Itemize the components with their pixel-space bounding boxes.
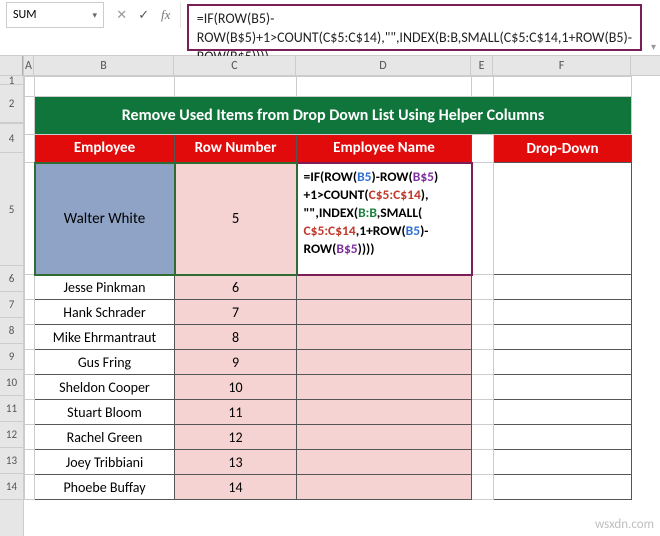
cell[interactable] bbox=[494, 400, 632, 425]
cell-b5-selected[interactable]: Walter White bbox=[35, 163, 175, 275]
cell[interactable]: Hank Schrader bbox=[35, 300, 175, 325]
name-box[interactable]: SUM ▾ bbox=[6, 2, 104, 28]
fx-icon[interactable]: fx bbox=[158, 7, 174, 23]
column-header[interactable]: B bbox=[34, 56, 174, 75]
row-header[interactable]: 8 bbox=[0, 318, 23, 344]
cell[interactable] bbox=[297, 425, 472, 450]
formula-bar[interactable]: =IF(ROW(B5)-ROW(B$5)+1>COUNT(C$5:C$14),"… bbox=[187, 4, 642, 51]
column-header[interactable]: F bbox=[493, 56, 631, 75]
column-headers: A B C D E F bbox=[24, 56, 660, 76]
row-header[interactable]: 12 bbox=[0, 422, 23, 448]
cell[interactable]: 8 bbox=[175, 325, 297, 350]
cell[interactable]: Sheldon Cooper bbox=[35, 375, 175, 400]
cell[interactable]: 13 bbox=[175, 450, 297, 475]
cell[interactable] bbox=[297, 275, 472, 300]
cell-c5[interactable]: 5 bbox=[175, 163, 297, 275]
cell[interactable]: 9 bbox=[175, 350, 297, 375]
column-header[interactable]: D bbox=[296, 56, 471, 75]
header-employee[interactable]: Employee bbox=[35, 135, 175, 163]
row-header[interactable]: 5 bbox=[0, 153, 23, 266]
cell[interactable] bbox=[494, 300, 632, 325]
cell[interactable] bbox=[494, 475, 632, 500]
cell[interactable]: Rachel Green bbox=[35, 425, 175, 450]
cell[interactable]: Jesse Pinkman bbox=[35, 275, 175, 300]
cell[interactable]: 11 bbox=[175, 400, 297, 425]
column-header[interactable]: E bbox=[471, 56, 493, 75]
cell[interactable]: Joey Tribbiani bbox=[35, 450, 175, 475]
cell[interactable] bbox=[297, 450, 472, 475]
sheet: 1 2 3 4 5 6 7 8 9 10 11 12 13 14 A B C D… bbox=[0, 56, 660, 536]
cell[interactable]: Stuart Bloom bbox=[35, 400, 175, 425]
grid: A B C D E F Remove Used Items from Drop … bbox=[24, 56, 660, 536]
cell-d5-editing[interactable]: =IF(ROW(B5)-ROW(B$5) +1>COUNT(C$5:C$14),… bbox=[297, 163, 472, 275]
cell-f5[interactable] bbox=[494, 163, 632, 275]
cell[interactable]: 6 bbox=[175, 275, 297, 300]
enter-icon[interactable]: ✓ bbox=[136, 8, 152, 23]
cell[interactable] bbox=[494, 375, 632, 400]
cell[interactable]: 14 bbox=[175, 475, 297, 500]
cell[interactable] bbox=[297, 350, 472, 375]
row-header[interactable]: 10 bbox=[0, 370, 23, 396]
header-employee-name[interactable]: Employee Name bbox=[297, 135, 472, 163]
row-header[interactable]: 2 bbox=[0, 85, 23, 123]
cell[interactable]: 7 bbox=[175, 300, 297, 325]
header-row-number[interactable]: Row Number bbox=[175, 135, 297, 163]
watermark: wsxdn.com bbox=[595, 517, 654, 532]
cell[interactable]: 12 bbox=[175, 425, 297, 450]
cell[interactable]: Mike Ehrmantraut bbox=[35, 325, 175, 350]
title-cell[interactable]: Remove Used Items from Drop Down List Us… bbox=[35, 97, 632, 135]
cell[interactable] bbox=[494, 275, 632, 300]
column-header[interactable]: A bbox=[24, 56, 34, 75]
cell[interactable] bbox=[297, 475, 472, 500]
cell[interactable] bbox=[494, 450, 632, 475]
cells: Remove Used Items from Drop Down List Us… bbox=[24, 76, 632, 500]
cell[interactable] bbox=[297, 325, 472, 350]
formula-bar-expand-icon[interactable]: ▾ bbox=[651, 40, 656, 53]
row-header[interactable]: 4 bbox=[0, 124, 23, 153]
row-header[interactable]: 9 bbox=[0, 344, 23, 370]
name-box-value: SUM bbox=[7, 8, 87, 22]
row-header-gutter: 1 2 3 4 5 6 7 8 9 10 11 12 13 14 bbox=[0, 56, 24, 536]
cell[interactable] bbox=[297, 400, 472, 425]
row-header[interactable]: 1 bbox=[0, 76, 23, 85]
cell[interactable] bbox=[297, 300, 472, 325]
row-header[interactable]: 11 bbox=[0, 396, 23, 422]
row-header[interactable]: 7 bbox=[0, 292, 23, 318]
row-header[interactable]: 14 bbox=[0, 474, 23, 500]
cancel-icon[interactable]: ✕ bbox=[114, 8, 130, 23]
cell[interactable] bbox=[494, 325, 632, 350]
cell[interactable] bbox=[297, 375, 472, 400]
formula-bar-buttons: ✕ ✓ fx bbox=[108, 2, 181, 28]
cell[interactable] bbox=[494, 350, 632, 375]
cell[interactable]: Phoebe Buffay bbox=[35, 475, 175, 500]
row-header[interactable]: 13 bbox=[0, 448, 23, 474]
cell[interactable] bbox=[494, 425, 632, 450]
header-drop-down[interactable]: Drop-Down bbox=[494, 135, 632, 163]
formula-toolbar: SUM ▾ ✕ ✓ fx =IF(ROW(B5)-ROW(B$5)+1>COUN… bbox=[0, 0, 660, 56]
name-box-dropdown-icon[interactable]: ▾ bbox=[87, 10, 103, 21]
cell[interactable]: 10 bbox=[175, 375, 297, 400]
cell[interactable]: Gus Fring bbox=[35, 350, 175, 375]
row-header[interactable]: 6 bbox=[0, 266, 23, 292]
column-header[interactable]: C bbox=[174, 56, 296, 75]
